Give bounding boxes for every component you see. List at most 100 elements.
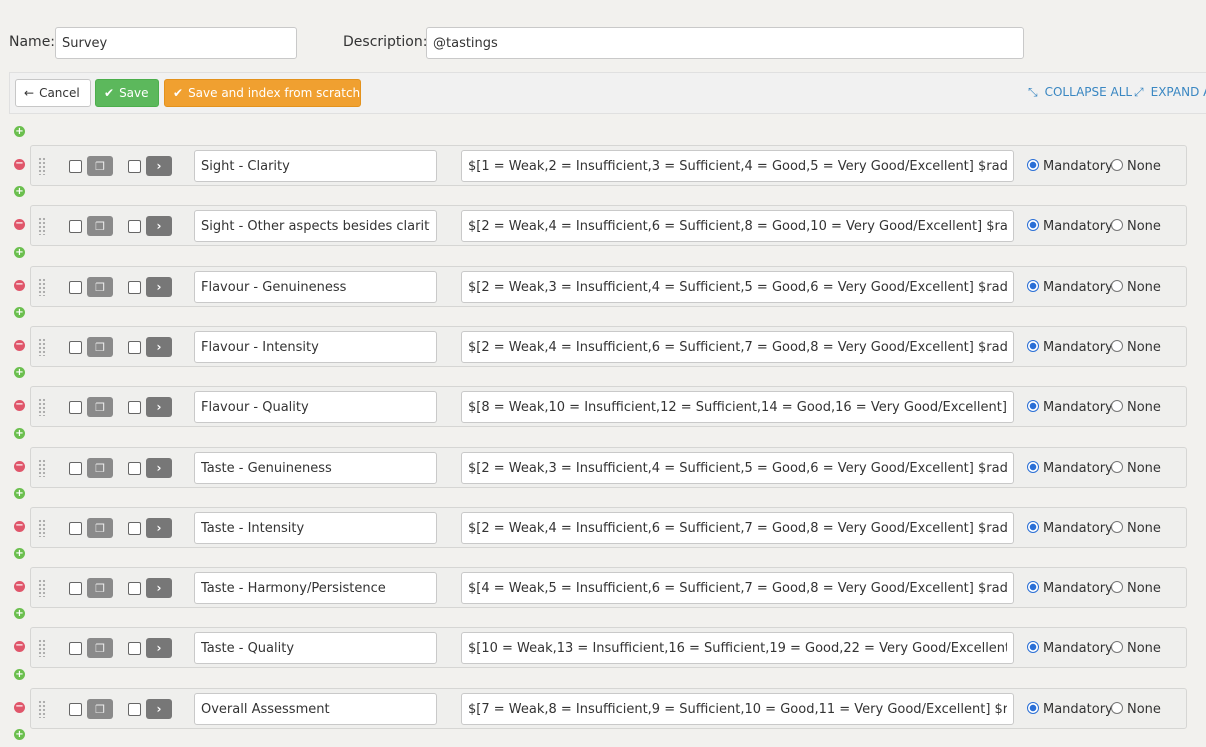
select-checkbox[interactable] bbox=[69, 341, 82, 354]
field-definition-input[interactable] bbox=[461, 210, 1014, 242]
drag-handle-icon[interactable] bbox=[38, 639, 46, 657]
copy-button[interactable]: ❐ bbox=[87, 458, 113, 478]
select-checkbox[interactable] bbox=[69, 582, 82, 595]
option-checkbox[interactable] bbox=[128, 462, 141, 475]
select-checkbox[interactable] bbox=[69, 401, 82, 414]
option-checkbox[interactable] bbox=[128, 220, 141, 233]
option-checkbox[interactable] bbox=[128, 522, 141, 535]
drag-handle-icon[interactable] bbox=[38, 278, 46, 296]
drag-handle-icon[interactable] bbox=[38, 338, 46, 356]
open-field-button[interactable]: › bbox=[146, 337, 172, 357]
option-checkbox[interactable] bbox=[128, 281, 141, 294]
field-name-input[interactable] bbox=[194, 572, 437, 604]
option-checkbox[interactable] bbox=[128, 160, 141, 173]
save-button[interactable]: ✔ Save bbox=[95, 79, 159, 107]
field-definition-input[interactable] bbox=[461, 271, 1014, 303]
field-name-input[interactable] bbox=[194, 632, 437, 664]
select-checkbox[interactable] bbox=[69, 462, 82, 475]
copy-button[interactable]: ❐ bbox=[87, 578, 113, 598]
drag-handle-icon[interactable] bbox=[38, 217, 46, 235]
drag-handle-icon[interactable] bbox=[38, 519, 46, 537]
mandatory-radio[interactable] bbox=[1027, 521, 1039, 533]
add-field-icon[interactable]: + bbox=[14, 669, 25, 680]
open-field-button[interactable]: › bbox=[146, 458, 172, 478]
description-input[interactable] bbox=[426, 27, 1024, 59]
mandatory-radio[interactable] bbox=[1027, 280, 1039, 292]
field-name-input[interactable] bbox=[194, 391, 437, 423]
remove-field-icon[interactable]: − bbox=[14, 280, 25, 291]
remove-field-icon[interactable]: − bbox=[14, 340, 25, 351]
open-field-button[interactable]: › bbox=[146, 277, 172, 297]
copy-button[interactable]: ❐ bbox=[87, 337, 113, 357]
add-field-icon[interactable]: + bbox=[14, 247, 25, 258]
option-checkbox[interactable] bbox=[128, 401, 141, 414]
field-name-input[interactable] bbox=[194, 271, 437, 303]
select-checkbox[interactable] bbox=[69, 220, 82, 233]
drag-handle-icon[interactable] bbox=[38, 700, 46, 718]
remove-field-icon[interactable]: − bbox=[14, 159, 25, 170]
none-radio[interactable] bbox=[1111, 340, 1123, 352]
copy-button[interactable]: ❐ bbox=[87, 638, 113, 658]
mandatory-radio[interactable] bbox=[1027, 461, 1039, 473]
mandatory-radio[interactable] bbox=[1027, 702, 1039, 714]
copy-button[interactable]: ❐ bbox=[87, 156, 113, 176]
add-field-icon[interactable]: + bbox=[14, 367, 25, 378]
expand-all-link[interactable]: ⤢ EXPAND ALL bbox=[1134, 85, 1206, 100]
none-radio[interactable] bbox=[1111, 702, 1123, 714]
open-field-button[interactable]: › bbox=[146, 638, 172, 658]
field-definition-input[interactable] bbox=[461, 693, 1014, 725]
field-definition-input[interactable] bbox=[461, 512, 1014, 544]
option-checkbox[interactable] bbox=[128, 341, 141, 354]
remove-field-icon[interactable]: − bbox=[14, 461, 25, 472]
remove-field-icon[interactable]: − bbox=[14, 581, 25, 592]
copy-button[interactable]: ❐ bbox=[87, 216, 113, 236]
open-field-button[interactable]: › bbox=[146, 156, 172, 176]
remove-field-icon[interactable]: − bbox=[14, 521, 25, 532]
none-radio[interactable] bbox=[1111, 641, 1123, 653]
name-input[interactable] bbox=[55, 27, 297, 59]
open-field-button[interactable]: › bbox=[146, 216, 172, 236]
open-field-button[interactable]: › bbox=[146, 699, 172, 719]
field-name-input[interactable] bbox=[194, 210, 437, 242]
open-field-button[interactable]: › bbox=[146, 518, 172, 538]
field-definition-input[interactable] bbox=[461, 331, 1014, 363]
add-field-icon[interactable]: + bbox=[14, 608, 25, 619]
select-checkbox[interactable] bbox=[69, 522, 82, 535]
select-checkbox[interactable] bbox=[69, 281, 82, 294]
add-field-icon[interactable]: + bbox=[14, 729, 25, 740]
none-radio[interactable] bbox=[1111, 280, 1123, 292]
field-name-input[interactable] bbox=[194, 512, 437, 544]
remove-field-icon[interactable]: − bbox=[14, 400, 25, 411]
cancel-button[interactable]: ← Cancel bbox=[15, 79, 91, 107]
mandatory-radio[interactable] bbox=[1027, 159, 1039, 171]
drag-handle-icon[interactable] bbox=[38, 579, 46, 597]
collapse-all-link[interactable]: ⤡ COLLAPSE ALL bbox=[1028, 85, 1132, 100]
field-name-input[interactable] bbox=[194, 693, 437, 725]
add-field-icon[interactable]: + bbox=[14, 126, 25, 137]
copy-button[interactable]: ❐ bbox=[87, 699, 113, 719]
mandatory-radio[interactable] bbox=[1027, 400, 1039, 412]
field-definition-input[interactable] bbox=[461, 452, 1014, 484]
save-and-index-button[interactable]: ✔ Save and index from scratch bbox=[164, 79, 361, 107]
mandatory-radio[interactable] bbox=[1027, 219, 1039, 231]
none-radio[interactable] bbox=[1111, 461, 1123, 473]
none-radio[interactable] bbox=[1111, 581, 1123, 593]
none-radio[interactable] bbox=[1111, 521, 1123, 533]
none-radio[interactable] bbox=[1111, 159, 1123, 171]
drag-handle-icon[interactable] bbox=[38, 459, 46, 477]
copy-button[interactable]: ❐ bbox=[87, 397, 113, 417]
add-field-icon[interactable]: + bbox=[14, 488, 25, 499]
mandatory-radio[interactable] bbox=[1027, 641, 1039, 653]
drag-handle-icon[interactable] bbox=[38, 398, 46, 416]
remove-field-icon[interactable]: − bbox=[14, 641, 25, 652]
remove-field-icon[interactable]: − bbox=[14, 702, 25, 713]
add-field-icon[interactable]: + bbox=[14, 548, 25, 559]
drag-handle-icon[interactable] bbox=[38, 157, 46, 175]
field-definition-input[interactable] bbox=[461, 391, 1014, 423]
add-field-icon[interactable]: + bbox=[14, 307, 25, 318]
remove-field-icon[interactable]: − bbox=[14, 219, 25, 230]
select-checkbox[interactable] bbox=[69, 642, 82, 655]
field-name-input[interactable] bbox=[194, 331, 437, 363]
field-definition-input[interactable] bbox=[461, 632, 1014, 664]
copy-button[interactable]: ❐ bbox=[87, 277, 113, 297]
